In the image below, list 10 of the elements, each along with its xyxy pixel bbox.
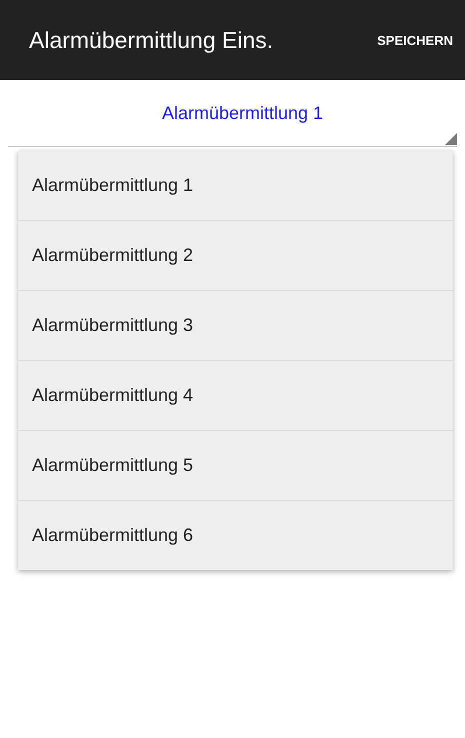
screen-title: Alarmübermittlung Eins. <box>29 26 274 54</box>
dropdown-option[interactable]: Alarmübermittlung 2 <box>18 220 453 290</box>
dropdown-field[interactable]: Alarmübermittlung 1 <box>8 80 457 147</box>
dropdown-option[interactable]: Alarmübermittlung 6 <box>18 500 453 570</box>
dropdown-option[interactable]: Alarmübermittlung 3 <box>18 290 453 360</box>
save-button[interactable]: SPEICHERN <box>373 26 457 54</box>
dropdown-option[interactable]: Alarmübermittlung 4 <box>18 360 453 430</box>
dropdown-option[interactable]: Alarmübermittlung 1 <box>18 150 453 220</box>
dropdown-corner-icon <box>445 133 457 145</box>
dropdown-option[interactable]: Alarmübermittlung 5 <box>18 430 453 500</box>
